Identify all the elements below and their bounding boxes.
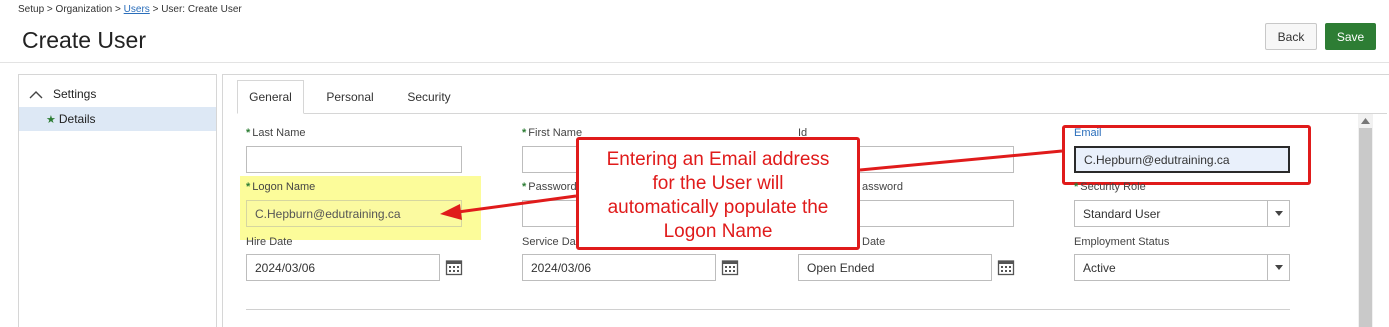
annotation-callout: Entering an Email address for the User w… xyxy=(576,137,860,250)
callout-line: for the User will xyxy=(652,173,784,194)
callout-line: automatically populate the xyxy=(607,197,829,218)
callout-line: Entering an Email address xyxy=(606,149,830,170)
callout-line: Logon Name xyxy=(663,221,773,242)
